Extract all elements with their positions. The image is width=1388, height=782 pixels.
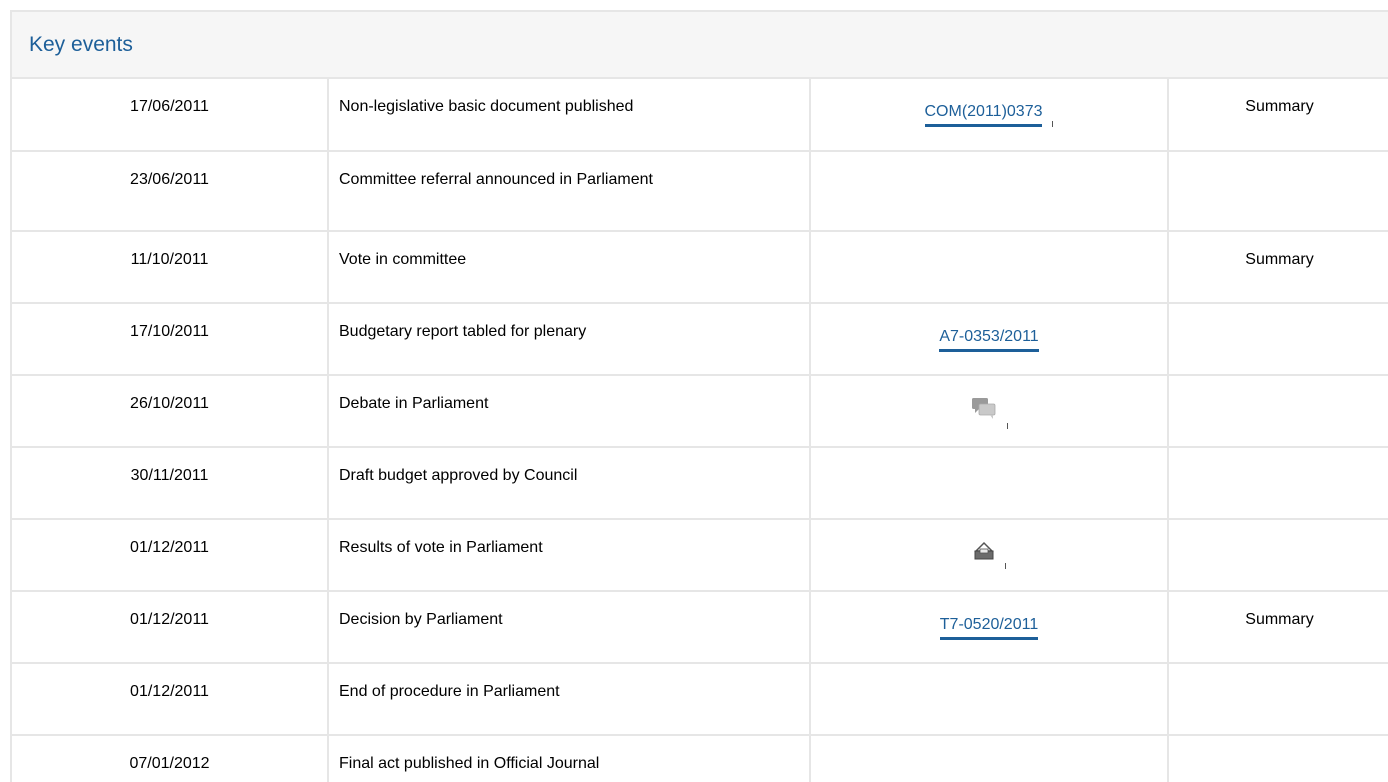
event-date: 26/10/2011 [12,375,329,448]
link-marker [1004,563,1006,569]
event-description: Committee referral announced in Parliame… [328,151,811,232]
link-marker [1052,121,1054,127]
event-description: Final act published in Official Journal [328,735,811,782]
event-document-cell [810,375,1169,448]
table-row: 26/10/2011 Debate in Parliament [12,375,1388,448]
table-row: 01/12/2011 Decision by Parliament T7-052… [12,591,1388,664]
event-description: Debate in Parliament [328,375,811,448]
document-link[interactable]: T7-0520/2011 [939,614,1039,640]
event-date: 30/11/2011 [12,447,329,520]
event-summary [1168,663,1388,736]
event-date: 23/06/2011 [12,151,329,232]
table-row: 17/06/2011 Non-legislative basic documen… [12,79,1388,152]
event-summary [1168,735,1388,782]
event-document-cell: COM(2011)0373 [810,79,1169,152]
event-date: 07/01/2012 [12,735,329,782]
event-document-cell [810,735,1169,782]
event-date: 17/10/2011 [12,303,329,376]
link-marker [1006,423,1008,429]
event-summary [1168,303,1388,376]
event-summary [1168,375,1388,448]
panel-title: Key events [29,32,133,56]
event-summary [1168,151,1388,232]
event-description: Decision by Parliament [328,591,811,664]
table-row: 01/12/2011 End of procedure in Parliamen… [12,663,1388,736]
vote-results-icon[interactable] [973,540,995,569]
table-row: 01/12/2011 Results of vote in Parliament [12,519,1388,592]
event-description: Vote in committee [328,231,811,304]
event-description: End of procedure in Parliament [328,663,811,736]
event-document-cell [810,231,1169,304]
table-row: 30/11/2011 Draft budget approved by Coun… [12,447,1388,520]
event-description: Results of vote in Parliament [328,519,811,592]
key-events-panel: Key events 17/06/2011 Non-legislative ba… [10,10,1388,782]
event-summary [1168,519,1388,592]
table-row: 23/06/2011 Committee referral announced … [12,151,1388,232]
event-description: Budgetary report tabled for plenary [328,303,811,376]
event-date: 01/12/2011 [12,519,329,592]
panel-header: Key events [12,12,1388,79]
document-link[interactable]: COM(2011)0373 [924,101,1043,127]
event-description: Draft budget approved by Council [328,447,811,520]
event-document-cell [810,519,1169,592]
event-date: 01/12/2011 [12,591,329,664]
table-row: 07/01/2012 Final act published in Offici… [12,735,1388,782]
event-summary[interactable]: Summary [1168,591,1388,664]
event-description: Non-legislative basic document published [328,79,811,152]
table-row: 17/10/2011 Budgetary report tabled for p… [12,303,1388,376]
event-date: 01/12/2011 [12,663,329,736]
event-date: 17/06/2011 [12,79,329,152]
event-summary[interactable]: Summary [1168,79,1388,152]
event-document-cell [810,663,1169,736]
event-document-cell [810,151,1169,232]
table-row: 11/10/2011 Vote in committee Summary [12,231,1388,304]
document-link[interactable]: A7-0353/2011 [939,326,1039,352]
event-summary[interactable]: Summary [1168,231,1388,304]
key-events-table: 17/06/2011 Non-legislative basic documen… [12,79,1388,782]
event-document-cell [810,447,1169,520]
event-summary [1168,447,1388,520]
event-document-cell: T7-0520/2011 [810,591,1169,664]
debate-icon[interactable] [971,396,997,429]
event-date: 11/10/2011 [12,231,329,304]
event-document-cell: A7-0353/2011 [810,303,1169,376]
